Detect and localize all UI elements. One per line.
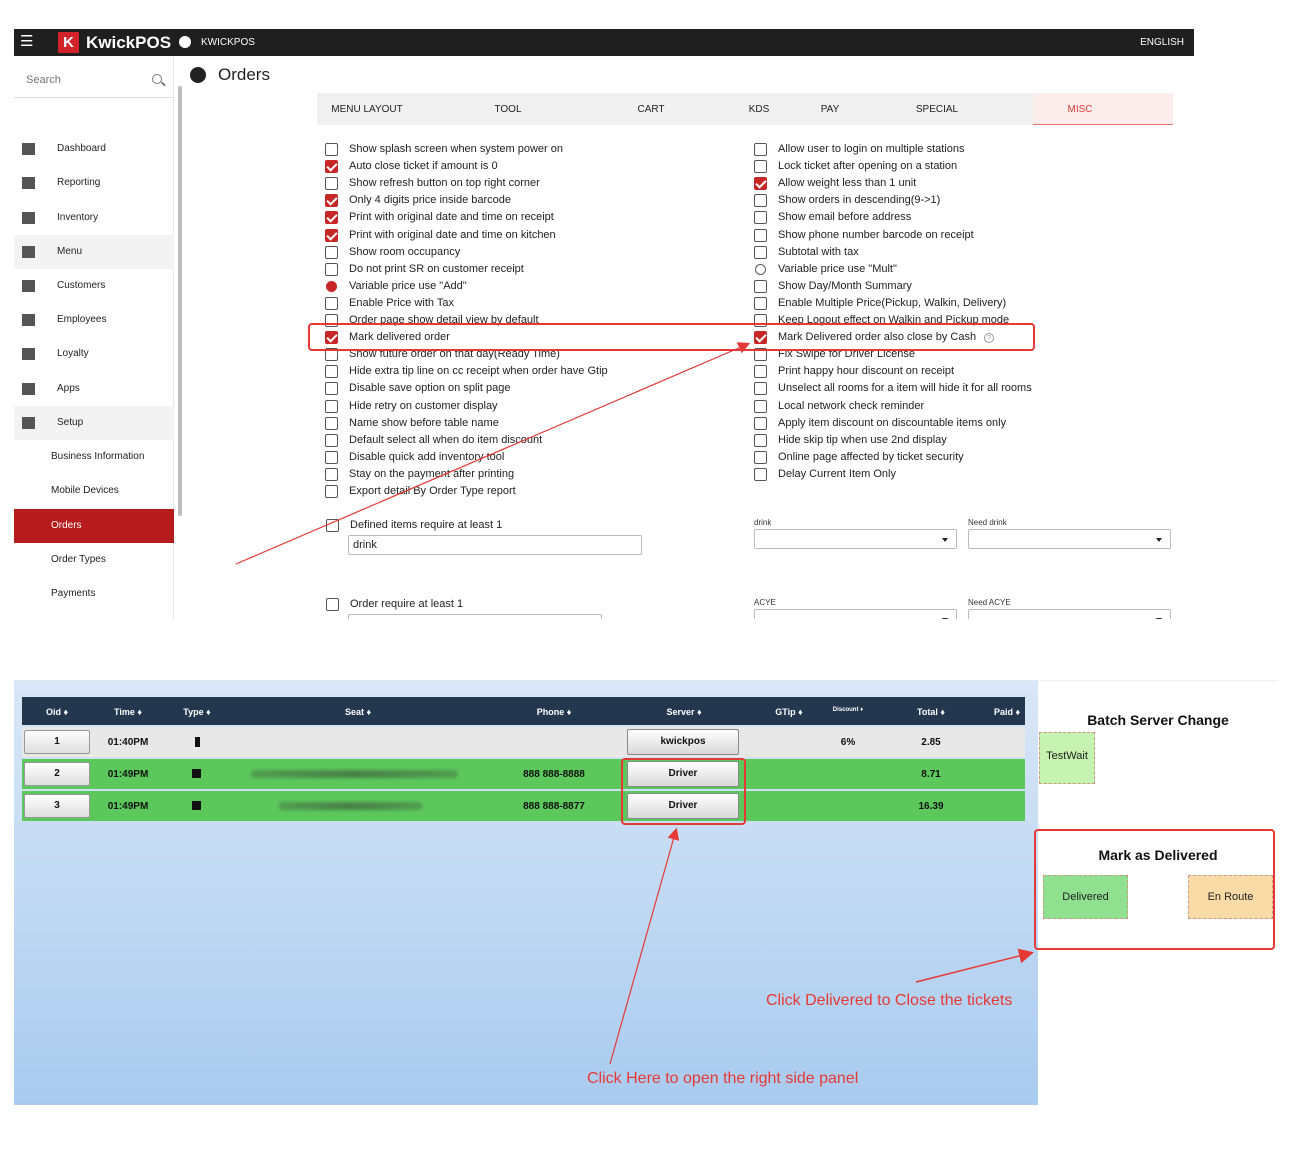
- arrow-to-mark-delivered: [915, 948, 1034, 983]
- annotation-arrows: [235, 342, 1034, 1065]
- arrow-to-close-by-cash: [235, 342, 751, 565]
- arrow-to-server-button: [609, 827, 680, 1065]
